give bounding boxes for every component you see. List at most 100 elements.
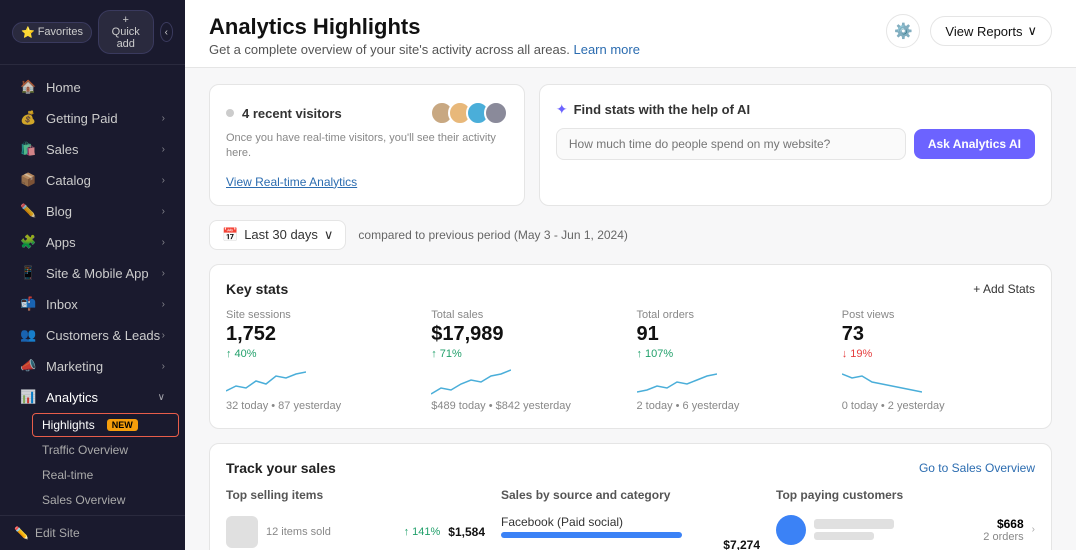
chevron-down-icon: ∨ (1027, 23, 1037, 39)
track-sales-header: Track your sales Go to Sales Overview (226, 460, 1035, 476)
sub-item-label: Traffic Overview (42, 443, 128, 457)
sidebar-sub-item-traffic-overview[interactable]: Traffic Overview (32, 438, 179, 462)
sidebar-item-label: Apps (46, 235, 76, 250)
sidebar-top: ⭐ Favorites + Quick add ‹ (0, 0, 185, 65)
sidebar-sub-item-highlights[interactable]: Highlights NEW (32, 413, 179, 437)
stat-sub: $489 today • $842 yesterday (431, 400, 624, 412)
analytics-icon: 📊 (20, 389, 38, 405)
sidebar-item-site-mobile[interactable]: 📱 Site & Mobile App › (6, 258, 179, 288)
chevron-right-icon: › (1032, 524, 1035, 535)
main-content-area: Analytics Highlights Get a complete over… (185, 0, 1076, 550)
track-sales-title: Track your sales (226, 460, 336, 476)
add-stats-button[interactable]: + Add Stats (973, 282, 1035, 296)
sparkle-icon: ✦ (556, 101, 568, 118)
sidebar-item-home[interactable]: 🏠 Home (6, 72, 179, 102)
sub-item-label: Real-time (42, 468, 93, 482)
stat-total-sales: Total sales $17,989 ↑ 71% $489 today • $… (431, 309, 624, 412)
sidebar-item-label: Catalog (46, 173, 91, 188)
sales-by-source-title: Sales by source and category (501, 488, 760, 502)
ai-search-input[interactable] (556, 128, 906, 160)
track-sales-grid: Top selling items 12 items sold ↑ 141% $… (226, 488, 1035, 550)
page-header: Analytics Highlights Get a complete over… (185, 0, 1076, 68)
customers-icon: 👥 (20, 327, 38, 343)
chevron-right-icon: › (162, 268, 165, 279)
sidebar-item-inbox[interactable]: 📬 Inbox › (6, 289, 179, 319)
sidebar-sub-item-sales-overview[interactable]: Sales Overview (32, 488, 179, 512)
star-icon: ⭐ (21, 26, 35, 39)
quick-add-label: + Quick add (107, 14, 145, 50)
chevron-right-icon: › (162, 206, 165, 217)
go-to-sales-button[interactable]: Go to Sales Overview (919, 461, 1035, 475)
sparkline (842, 366, 1035, 396)
stat-value: 73 (842, 323, 1035, 346)
sidebar-item-sales[interactable]: 🛍️ Sales › (6, 134, 179, 164)
stat-sub: 2 today • 6 yesterday (637, 400, 830, 412)
chevron-right-icon: › (162, 299, 165, 310)
sidebar-item-customers-leads[interactable]: 👥 Customers & Leads › (6, 320, 179, 350)
stat-sub: 32 today • 87 yesterday (226, 400, 419, 412)
visitors-title: 4 recent visitors (242, 106, 342, 121)
stat-site-sessions: Site sessions 1,752 ↑ 40% 32 today • 87 … (226, 309, 419, 412)
customer-orders: 2 orders (983, 531, 1023, 543)
stat-change: ↑ 40% (226, 348, 419, 360)
stat-label: Total sales (431, 309, 624, 321)
top-customers-title: Top paying customers (776, 488, 1035, 502)
sales-by-source-column: Sales by source and category Facebook (P… (501, 488, 760, 550)
quick-add-button[interactable]: + Quick add (98, 10, 154, 54)
sidebar-item-marketing[interactable]: 📣 Marketing › (6, 351, 179, 381)
customer-amount: $668 (983, 517, 1023, 531)
sub-item-label: Highlights (42, 418, 95, 432)
sidebar-item-analytics[interactable]: 📊 Analytics ∨ (6, 382, 179, 412)
top-selling-title: Top selling items (226, 488, 485, 502)
subtitle-text: Get a complete overview of your site's a… (209, 42, 570, 57)
stat-sub: 0 today • 2 yesterday (842, 400, 1035, 412)
apps-icon: 🧩 (20, 234, 38, 250)
sparkline (637, 366, 830, 396)
visitors-description: Once you have real-time visitors, you'll… (226, 131, 508, 162)
sidebar-collapse-button[interactable]: ‹ (160, 22, 173, 42)
chevron-down-icon: ∨ (324, 227, 334, 243)
settings-button[interactable]: ⚙️ (886, 14, 920, 48)
ai-card-header: ✦ Find stats with the help of AI (556, 101, 1035, 118)
gear-icon: ⚙️ (894, 22, 913, 40)
sidebar-item-catalog[interactable]: 📦 Catalog › (6, 165, 179, 195)
sidebar-nav: 🏠 Home 💰 Getting Paid › 🛍️ Sales › 📦 Cat… (0, 65, 185, 515)
ask-ai-button[interactable]: Ask Analytics AI (914, 129, 1035, 159)
chevron-right-icon: › (162, 237, 165, 248)
ai-card: ✦ Find stats with the help of AI Ask Ana… (539, 84, 1052, 206)
product-change: ↑ 141% (404, 526, 441, 538)
customer-name-blur (814, 519, 894, 529)
stat-total-orders: Total orders 91 ↑ 107% 2 today • 6 yeste… (637, 309, 830, 412)
stat-post-views: Post views 73 ↓ 19% 0 today • 2 yesterda… (842, 309, 1035, 412)
favorites-button[interactable]: ⭐ Favorites (12, 22, 92, 43)
sidebar-item-getting-paid[interactable]: 💰 Getting Paid › (6, 103, 179, 133)
date-range-dropdown[interactable]: 📅 Last 30 days ∨ (209, 220, 346, 250)
favorites-label: Favorites (38, 26, 83, 38)
product-info: 12 items sold (266, 526, 396, 538)
chevron-right-icon: › (162, 113, 165, 124)
top-customers-column: Top paying customers $668 2 orders › (776, 488, 1035, 550)
sidebar-item-label: Getting Paid (46, 111, 118, 126)
sidebar: ⭐ Favorites + Quick add ‹ 🏠 Home 💰 Getti… (0, 0, 185, 550)
learn-more-link[interactable]: Learn more (573, 42, 639, 57)
sidebar-item-apps[interactable]: 🧩 Apps › (6, 227, 179, 257)
stat-value: 1,752 (226, 323, 419, 346)
calendar-icon: 📅 (222, 227, 238, 243)
chevron-right-icon: › (162, 330, 165, 341)
list-item: $668 2 orders › (776, 510, 1035, 550)
sidebar-item-label: Blog (46, 204, 72, 219)
stat-label: Total orders (637, 309, 830, 321)
inbox-icon: 📬 (20, 296, 38, 312)
sidebar-item-blog[interactable]: ✏️ Blog › (6, 196, 179, 226)
view-realtime-link[interactable]: View Real-time Analytics (226, 175, 357, 189)
edit-site-button[interactable]: ✏️ Edit Site (0, 515, 185, 550)
page-subtitle: Get a complete overview of your site's a… (209, 42, 640, 57)
key-stats-header: Key stats + Add Stats (226, 281, 1035, 297)
stat-change: ↑ 71% (431, 348, 624, 360)
view-reports-button[interactable]: View Reports ∨ (930, 16, 1052, 46)
date-filter-row: 📅 Last 30 days ∨ compared to previous pe… (209, 220, 1052, 250)
list-item: Facebook (Paid social) $7,274 (501, 510, 760, 550)
page-title: Analytics Highlights (209, 14, 640, 40)
sidebar-sub-item-real-time[interactable]: Real-time (32, 463, 179, 487)
ai-card-title: Find stats with the help of AI (574, 102, 750, 117)
